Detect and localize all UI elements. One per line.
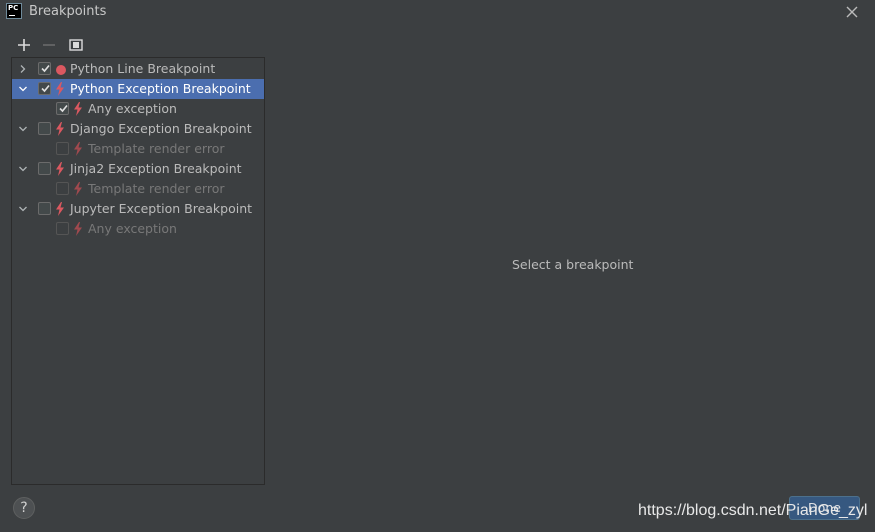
pycharm-logo-icon: PC: [6, 3, 22, 19]
chevron-down-icon[interactable]: [18, 124, 28, 134]
enabled-checkbox[interactable]: [56, 182, 69, 195]
lightning-icon: [56, 162, 64, 176]
window-title: Breakpoints: [29, 4, 107, 19]
breakpoint-label: Template render error: [88, 141, 225, 156]
minus-icon: [43, 44, 55, 46]
lightning-icon: [56, 122, 64, 136]
lightning-icon: [74, 222, 82, 236]
group-by-file-button[interactable]: [66, 35, 86, 55]
logo-text: PC: [8, 4, 19, 12]
breakpoint-label: Any exception: [88, 101, 177, 116]
enabled-checkbox[interactable]: [56, 142, 69, 155]
breakpoints-tree: Python Line Breakpoint Python Exception B…: [11, 57, 265, 485]
breakpoint-label: Python Line Breakpoint: [70, 61, 216, 76]
lightning-icon: [74, 142, 82, 156]
breakpoint-label: Any exception: [88, 221, 177, 236]
lightning-icon: [56, 202, 64, 216]
check-icon: [59, 104, 68, 113]
breakpoint-group-row[interactable]: Django Exception Breakpoint: [12, 119, 264, 139]
lightning-icon: [56, 82, 64, 96]
breakpoint-row[interactable]: Template render error: [12, 179, 264, 199]
empty-detail-text: Select a breakpoint: [512, 257, 634, 272]
breakpoint-row[interactable]: Any exception: [12, 219, 264, 239]
close-icon: [846, 6, 858, 18]
plus-icon: [18, 39, 30, 51]
title-bar: PC Breakpoints: [0, 0, 875, 26]
enabled-checkbox[interactable]: [38, 202, 51, 215]
breakpoint-label: Jupyter Exception Breakpoint: [70, 201, 253, 216]
chevron-down-icon[interactable]: [18, 84, 28, 94]
breakpoint-group-row[interactable]: Jinja2 Exception Breakpoint: [12, 159, 264, 179]
breakpoint-group-row[interactable]: Python Exception Breakpoint: [12, 79, 264, 99]
breakpoint-row[interactable]: Template render error: [12, 139, 264, 159]
enabled-checkbox[interactable]: [38, 62, 51, 75]
chevron-down-icon[interactable]: [18, 204, 28, 214]
watermark-text: https://blog.csdn.net/PianGe_zyl: [638, 502, 868, 519]
breakpoint-label: Django Exception Breakpoint: [70, 121, 252, 136]
lightning-icon: [74, 102, 82, 116]
red-dot-icon: [56, 65, 66, 75]
lightning-icon: [74, 182, 82, 196]
chevron-down-icon[interactable]: [18, 164, 28, 174]
breakpoint-row[interactable]: Any exception: [12, 99, 264, 119]
add-breakpoint-button[interactable]: [14, 35, 34, 55]
enabled-checkbox[interactable]: [56, 102, 69, 115]
enabled-checkbox[interactable]: [38, 122, 51, 135]
breakpoint-group-row[interactable]: Python Line Breakpoint: [12, 59, 264, 79]
check-icon: [41, 84, 50, 93]
breakpoint-label: Jinja2 Exception Breakpoint: [70, 161, 242, 176]
close-button[interactable]: [843, 3, 861, 21]
enabled-checkbox[interactable]: [38, 162, 51, 175]
enabled-checkbox[interactable]: [38, 82, 51, 95]
chevron-right-icon[interactable]: [18, 64, 28, 74]
help-button[interactable]: ?: [13, 497, 35, 519]
breakpoint-label: Template render error: [88, 181, 225, 196]
enabled-checkbox[interactable]: [56, 222, 69, 235]
breakpoint-group-row[interactable]: Jupyter Exception Breakpoint: [12, 199, 264, 219]
group-icon: [69, 39, 83, 51]
remove-breakpoint-button[interactable]: [39, 35, 59, 55]
check-icon: [41, 64, 50, 73]
breakpoint-label: Python Exception Breakpoint: [70, 81, 251, 96]
